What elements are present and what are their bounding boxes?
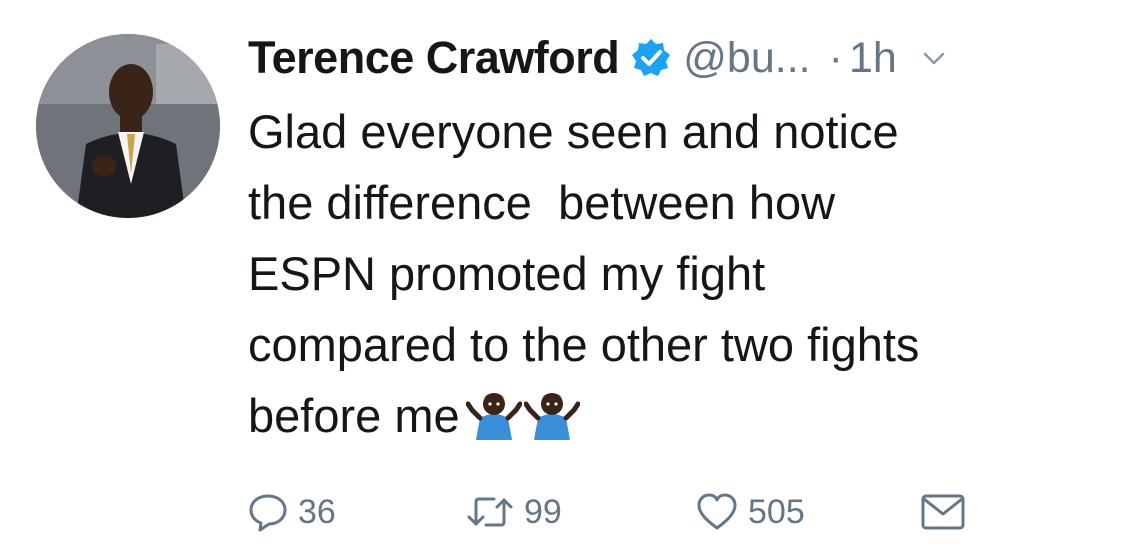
- heart-icon: [696, 492, 738, 532]
- tweet-header: Terence Crawford @bu... · 1h: [248, 28, 945, 88]
- separator-dot: ·: [828, 33, 843, 82]
- emoji-group: [465, 384, 582, 459]
- reply-count: 36: [298, 492, 336, 531]
- author-handle[interactable]: @bu...: [683, 34, 810, 83]
- tweet-text-line-last: before me: [248, 380, 1118, 459]
- author-name[interactable]: Terence Crawford: [248, 32, 620, 84]
- retweet-button[interactable]: 99: [466, 486, 562, 538]
- tweet-text-line: the difference between how: [248, 176, 836, 229]
- tweet-text-line: Glad everyone seen and notice: [248, 105, 899, 158]
- retweet-icon: [466, 492, 514, 532]
- direct-message-button[interactable]: [920, 486, 966, 538]
- tweet-text-line: before me: [248, 389, 460, 442]
- tweet-text-line: ESPN promoted my fight: [248, 247, 766, 300]
- person-shrugging-emoji-icon: [523, 384, 581, 440]
- verified-badge-icon: [631, 38, 671, 78]
- timestamp[interactable]: 1h: [849, 34, 897, 83]
- tweet-text: Glad everyone seen and notice the differ…: [248, 96, 1118, 459]
- chevron-down-icon[interactable]: [923, 47, 945, 69]
- like-count: 505: [748, 492, 805, 531]
- retweet-count: 99: [524, 492, 562, 531]
- reply-icon: [248, 492, 288, 532]
- avatar[interactable]: [36, 34, 220, 218]
- person-shrugging-emoji-icon: [465, 384, 523, 440]
- reply-button[interactable]: 36: [248, 486, 336, 538]
- tweet-text-line: compared to the other two fights: [248, 318, 920, 371]
- envelope-icon: [920, 492, 966, 532]
- like-button[interactable]: 505: [696, 486, 805, 538]
- tweet[interactable]: Terence Crawford @bu... · 1h Glad everyo…: [0, 0, 1125, 549]
